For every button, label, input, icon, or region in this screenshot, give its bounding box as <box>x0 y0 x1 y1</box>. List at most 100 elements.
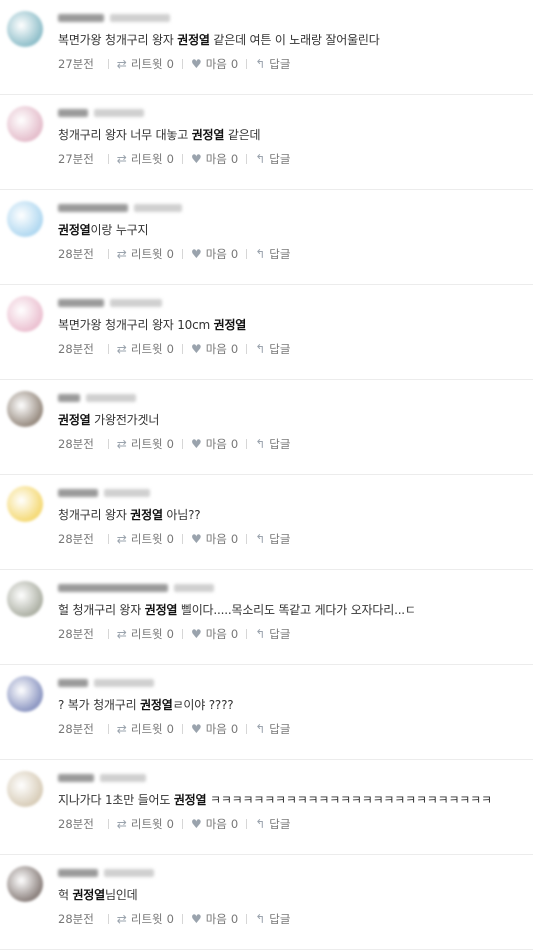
tweet-actions: 27분전 ⇄ 리트윗 0 ♥ 마음 0 ↰ 답글 <box>58 56 290 72</box>
tweet-item: 청개구리 왕자 권정열 아님?? 28분전 ⇄ 리트윗 0 ♥ 마음 0 ↰ 답… <box>0 475 533 570</box>
avatar[interactable] <box>7 486 43 522</box>
username-blurred[interactable] <box>58 392 136 404</box>
like-count: 0 <box>230 722 239 736</box>
tweet-text: 권정열이랑 누구지 <box>58 223 149 237</box>
avatar[interactable] <box>7 11 43 47</box>
timestamp[interactable]: 28분전 <box>58 721 94 737</box>
tweet-item: 청개구리 왕자 너무 대놓고 권정열 같은데 27분전 ⇄ 리트윗 0 ♥ 마음… <box>0 95 533 190</box>
heart-icon: ♥ <box>190 627 202 641</box>
tweet-actions: 28분전 ⇄ 리트윗 0 ♥ 마음 0 ↰ 답글 <box>58 721 290 737</box>
like-button[interactable]: ♥ 마음 0 <box>191 436 238 452</box>
reply-button[interactable]: ↰ 답글 <box>255 721 290 737</box>
retweet-button[interactable]: ⇄ 리트윗 0 <box>117 56 174 72</box>
retweet-button[interactable]: ⇄ 리트윗 0 <box>117 151 174 167</box>
like-count: 0 <box>230 57 239 71</box>
heart-icon: ♥ <box>190 722 202 736</box>
timestamp[interactable]: 28분전 <box>58 246 94 262</box>
retweet-count: 0 <box>166 437 174 451</box>
avatar[interactable] <box>7 201 43 237</box>
highlighted-keyword: 권정열 <box>72 888 105 902</box>
like-count: 0 <box>230 247 239 261</box>
tweet-actions: 28분전 ⇄ 리트윗 0 ♥ 마음 0 ↰ 답글 <box>58 436 290 452</box>
avatar[interactable] <box>7 581 43 617</box>
retweet-count: 0 <box>166 627 174 641</box>
username-blurred[interactable] <box>58 297 162 309</box>
timestamp[interactable]: 28분전 <box>58 436 94 452</box>
timestamp[interactable]: 27분전 <box>58 151 94 167</box>
heart-icon: ♥ <box>190 247 202 261</box>
tweet-text: 복면가왕 청개구리 왕자 권정열 같은데 여튼 이 노래랑 잘어울린다 <box>58 33 380 47</box>
retweet-button[interactable]: ⇄ 리트윗 0 <box>117 531 174 547</box>
retweet-button[interactable]: ⇄ 리트윗 0 <box>117 721 174 737</box>
heart-icon: ♥ <box>190 532 202 546</box>
like-button[interactable]: ♥ 마음 0 <box>191 341 238 357</box>
reply-button[interactable]: ↰ 답글 <box>255 531 290 547</box>
timestamp[interactable]: 28분전 <box>58 626 94 642</box>
tweet-item: ? 복가 청개구리 권정열ㄹ이야 ???? 28분전 ⇄ 리트윗 0 ♥ 마음 … <box>0 665 533 760</box>
avatar[interactable] <box>7 106 43 142</box>
tweet-actions: 28분전 ⇄ 리트윗 0 ♥ 마음 0 ↰ 답글 <box>58 341 290 357</box>
username-blurred[interactable] <box>58 107 144 119</box>
like-button[interactable]: ♥ 마음 0 <box>191 531 238 547</box>
tweet-feed: 복면가왕 청개구리 왕자 권정열 같은데 여튼 이 노래랑 잘어울린다 27분전… <box>0 0 533 950</box>
like-button[interactable]: ♥ 마음 0 <box>191 816 238 832</box>
reply-button[interactable]: ↰ 답글 <box>255 341 290 357</box>
retweet-icon: ⇄ <box>116 627 127 641</box>
reply-button[interactable]: ↰ 답글 <box>255 246 290 262</box>
like-button[interactable]: ♥ 마음 0 <box>191 151 238 167</box>
retweet-count: 0 <box>166 722 174 736</box>
tweet-actions: 28분전 ⇄ 리트윗 0 ♥ 마음 0 ↰ 답글 <box>58 626 290 642</box>
highlighted-keyword: 권정열 <box>177 33 210 47</box>
avatar[interactable] <box>7 771 43 807</box>
retweet-icon: ⇄ <box>116 817 127 831</box>
like-count: 0 <box>230 342 239 356</box>
like-button[interactable]: ♥ 마음 0 <box>191 911 238 927</box>
like-count: 0 <box>230 437 239 451</box>
reply-button[interactable]: ↰ 답글 <box>255 436 290 452</box>
like-button[interactable]: ♥ 마음 0 <box>191 721 238 737</box>
heart-icon: ♥ <box>190 342 202 356</box>
reply-button[interactable]: ↰ 답글 <box>255 56 290 72</box>
reply-button[interactable]: ↰ 답글 <box>255 626 290 642</box>
retweet-button[interactable]: ⇄ 리트윗 0 <box>117 626 174 642</box>
retweet-button[interactable]: ⇄ 리트윗 0 <box>117 911 174 927</box>
retweet-button[interactable]: ⇄ 리트윗 0 <box>117 341 174 357</box>
username-blurred[interactable] <box>58 677 154 689</box>
username-blurred[interactable] <box>58 202 182 214</box>
username-blurred[interactable] <box>58 582 214 594</box>
reply-icon: ↰ <box>255 912 266 926</box>
username-blurred[interactable] <box>58 487 150 499</box>
reply-button[interactable]: ↰ 답글 <box>255 151 290 167</box>
heart-icon: ♥ <box>190 912 202 926</box>
like-button[interactable]: ♥ 마음 0 <box>191 246 238 262</box>
username-blurred[interactable] <box>58 12 170 24</box>
avatar[interactable] <box>7 391 43 427</box>
tweet-actions: 28분전 ⇄ 리트윗 0 ♥ 마음 0 ↰ 답글 <box>58 816 290 832</box>
timestamp[interactable]: 28분전 <box>58 816 94 832</box>
reply-icon: ↰ <box>255 342 266 356</box>
reply-button[interactable]: ↰ 답글 <box>255 911 290 927</box>
avatar[interactable] <box>7 676 43 712</box>
retweet-count: 0 <box>166 532 174 546</box>
tweet-item: 지나가다 1초만 들어도 권정열 ㅋㅋㅋㅋㅋㅋㅋㅋㅋㅋㅋㅋㅋㅋㅋㅋㅋㅋㅋㅋㅋㅋㅋ… <box>0 760 533 855</box>
retweet-icon: ⇄ <box>116 532 127 546</box>
like-button[interactable]: ♥ 마음 0 <box>191 626 238 642</box>
timestamp[interactable]: 27분전 <box>58 56 94 72</box>
reply-button[interactable]: ↰ 답글 <box>255 816 290 832</box>
tweet-text: 헉 권정열님인데 <box>58 888 138 902</box>
reply-icon: ↰ <box>255 627 266 641</box>
timestamp[interactable]: 28분전 <box>58 531 94 547</box>
retweet-button[interactable]: ⇄ 리트윗 0 <box>117 436 174 452</box>
avatar[interactable] <box>7 296 43 332</box>
username-blurred[interactable] <box>58 772 146 784</box>
tweet-actions: 28분전 ⇄ 리트윗 0 ♥ 마음 0 ↰ 답글 <box>58 246 290 262</box>
tweet-actions: 28분전 ⇄ 리트윗 0 ♥ 마음 0 ↰ 답글 <box>58 531 290 547</box>
timestamp[interactable]: 28분전 <box>58 911 94 927</box>
timestamp[interactable]: 28분전 <box>58 341 94 357</box>
username-blurred[interactable] <box>58 867 154 879</box>
like-button[interactable]: ♥ 마음 0 <box>191 56 238 72</box>
avatar[interactable] <box>7 866 43 902</box>
retweet-button[interactable]: ⇄ 리트윗 0 <box>117 246 174 262</box>
reply-icon: ↰ <box>255 532 266 546</box>
retweet-button[interactable]: ⇄ 리트윗 0 <box>117 816 174 832</box>
